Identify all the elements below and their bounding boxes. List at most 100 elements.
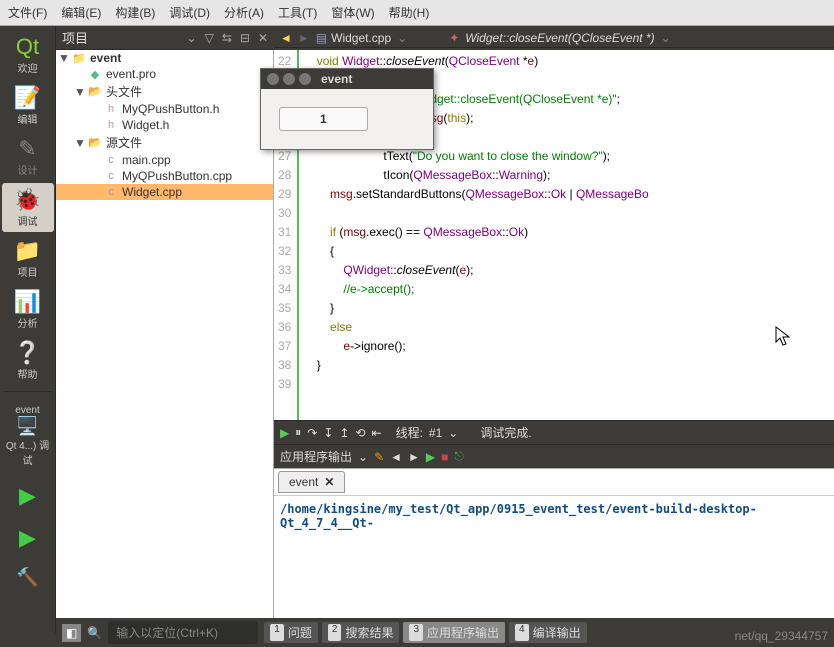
mode-project[interactable]: 📁项目 [2,234,54,283]
menu-file[interactable]: 文件(F) [4,2,51,23]
tree-arrow-icon: ▼ [74,85,84,99]
issues-pane-button[interactable]: 2搜索结果 [322,622,400,643]
step-out-icon[interactable]: ↥ [339,426,349,440]
tree-item[interactable]: cMyQPushButton.cpp [56,168,273,184]
split-icon[interactable]: ⊟ [240,31,250,45]
menu-analyze[interactable]: 分析(A) [220,2,268,23]
nav-back-icon[interactable]: ◄ [280,31,292,45]
button-1[interactable]: 1 [279,107,368,131]
mode-edit[interactable]: 📝编辑 [2,81,54,130]
tree-item[interactable]: ▼📁event [56,50,273,66]
debug-run-button[interactable]: ▶ [2,521,54,555]
chevron-down-icon[interactable]: ⌄ [448,426,458,440]
design-icon: ✎ [2,136,54,162]
minimize-window-icon[interactable] [283,73,295,85]
breadcrumb-file[interactable]: ▤Widget.cpp [316,31,391,45]
tree-label: event.pro [106,67,156,81]
output-content[interactable]: /home/kingsine/my_test/Qt_app/0915_event… [274,496,834,633]
next-icon[interactable]: ► [408,450,420,464]
watermark: net/qq_29344757 [735,629,828,643]
thread-label: 线程: [396,424,423,441]
prev-icon[interactable]: ◄ [390,450,402,464]
pause-icon[interactable]: ⏸ [295,425,301,440]
menu-bar: 文件(F) 编辑(E) 构建(B) 调试(D) 分析(A) 工具(T) 窗体(W… [0,0,834,26]
attach-icon[interactable]: ⎋ [454,449,464,464]
menu-tools[interactable]: 工具(T) [274,2,321,23]
tree-label: MyQPushButton.cpp [122,169,232,183]
func-icon: ✦ [449,31,459,45]
edit-icon: 📝 [2,85,54,111]
tree-item[interactable]: ▼📂头文件 [56,82,273,101]
tree-item[interactable]: hWidget.h [56,117,273,133]
play-debug-icon: ▶ [19,525,36,550]
menu-help[interactable]: 帮助(H) [385,2,434,23]
issues-pane-button[interactable]: 3应用程序输出 [403,622,505,643]
tree-item[interactable]: cmain.cpp [56,152,273,168]
restart-icon[interactable]: ⟲ [355,426,365,440]
play-icon: ▶ [19,483,36,508]
link-icon[interactable]: ⇆ [222,31,232,45]
help-icon: ❔ [2,340,54,366]
tree-label: MyQPushButton.h [122,102,219,116]
file-type-icon: h [104,103,118,115]
mode-debug[interactable]: 🐞调试 [2,183,54,232]
filter-icon[interactable]: ▽ [205,31,214,45]
step-over-icon[interactable]: ↷ [307,426,317,440]
menu-debug[interactable]: 调试(D) [165,2,214,23]
mode-design[interactable]: ✎设计 [2,132,54,181]
run-output-icon[interactable]: ▶ [426,450,435,464]
window-titlebar[interactable]: event [261,69,433,89]
issues-pane-button[interactable]: 4编译输出 [509,622,587,643]
clear-icon[interactable]: ✎ [374,450,384,464]
locator-input[interactable]: 输入以定位(Ctrl+K) [108,621,258,644]
tree-item[interactable]: ◆event.pro [56,66,273,82]
tree-item[interactable]: ▼📂源文件 [56,133,273,152]
mouse-cursor-icon [775,326,793,348]
mode-analyze[interactable]: 📊分析 [2,285,54,334]
output-title: 应用程序输出 [280,448,352,465]
bug-icon: 🐞 [2,187,54,213]
menu-window[interactable]: 窗体(W) [327,2,378,23]
back-icon[interactable]: ⇤ [372,426,382,440]
status-bar: ◧ 🔍 输入以定位(Ctrl+K) 1问题2搜索结果3应用程序输出4编译输出 [56,618,834,647]
nav-fwd-icon[interactable]: ► [298,31,310,45]
chevron-down-icon: ⌄ [661,31,671,45]
menu-edit[interactable]: 编辑(E) [57,2,105,23]
chevron-down-icon[interactable]: ⌄ [187,31,197,45]
stop-icon[interactable]: ■ [441,450,448,464]
tree-item[interactable]: h MyQPushButton.h [56,101,273,117]
continue-icon[interactable]: ▶ [280,426,289,440]
output-tab-event[interactable]: event ✕ [278,471,345,493]
mode-welcome[interactable]: Qt欢迎 [2,30,54,79]
close-window-icon[interactable] [267,73,279,85]
tree-label: 源文件 [106,134,142,151]
thread-value[interactable]: #1 [429,426,442,440]
breadcrumb-function[interactable]: Widget::closeEvent(QCloseEvent *) [465,31,654,45]
mode-help[interactable]: ❔帮助 [2,336,54,385]
tree-label: event [90,51,121,65]
issues-pane-button[interactable]: 1问题 [264,622,318,643]
mode-sidebar: Qt欢迎 📝编辑 ✎设计 🐞调试 📁项目 📊分析 ❔帮助 event🖥️Qt 4… [0,26,56,633]
hammer-icon: 🔨 [16,567,38,587]
run-button[interactable]: ▶ [2,479,54,513]
maximize-window-icon[interactable] [299,73,311,85]
menu-build[interactable]: 构建(B) [111,2,159,23]
file-type-icon: h [104,119,118,131]
monitor-icon: 🖥️ [2,416,54,437]
running-app-window[interactable]: event 1 [260,68,434,150]
project-tree[interactable]: ▼📁event◆event.pro▼📂头文件 h MyQPushButton.hhW… [56,50,274,633]
toggle-sidebar-icon[interactable]: ◧ [62,624,81,642]
chevron-down-icon[interactable]: ⌄ [358,450,368,464]
file-type-icon: 📂 [88,136,102,149]
debug-toolbar: ▶ ⏸ ↷ ↧ ↥ ⟲ ⇤ 线程: #1 ⌄ 调试完成. [274,420,834,444]
qt-icon: Qt [2,34,54,60]
tree-item[interactable]: cWidget.cpp [56,184,273,200]
file-icon: ▤ [316,31,327,45]
target-selector[interactable]: event🖥️Qt 4...) 调试 [2,398,54,471]
close-icon[interactable]: ✕ [324,475,334,489]
step-into-icon[interactable]: ↧ [323,426,333,440]
build-button[interactable]: 🔨 [2,563,54,592]
close-panel-icon[interactable]: ✕ [258,31,268,45]
project-icon: 📁 [2,238,54,264]
chevron-down-icon: ⌄ [397,31,407,45]
